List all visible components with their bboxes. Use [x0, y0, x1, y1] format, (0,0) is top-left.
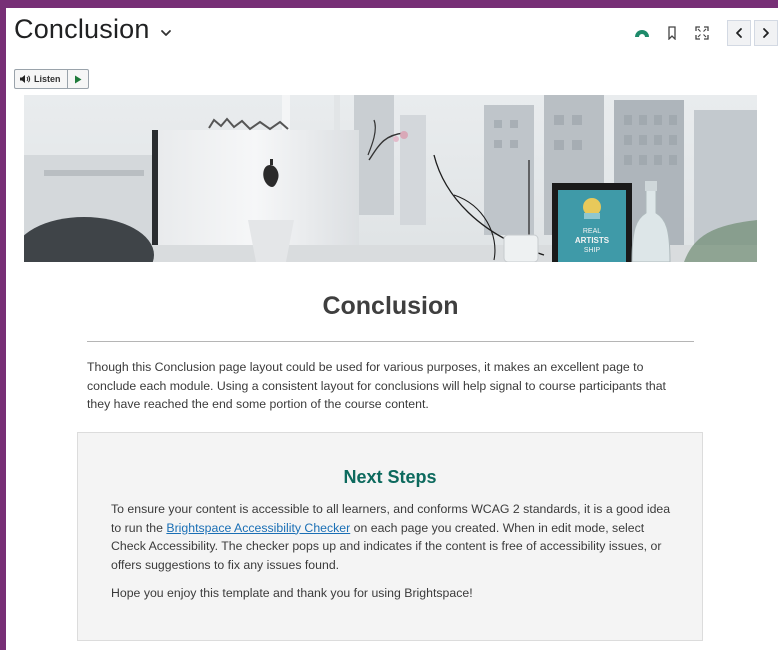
previous-icon — [736, 28, 742, 38]
bookmark-icon — [668, 26, 676, 40]
next-steps-callout: Next Steps To ensure your content is acc… — [77, 432, 703, 641]
play-button[interactable] — [66, 70, 88, 88]
frame-top-border — [0, 0, 778, 8]
hero-image: REAL ARTISTS SHIP — [24, 95, 757, 262]
poster-line-1: REAL — [583, 228, 601, 235]
poster-line-3: SHIP — [584, 247, 601, 254]
fullscreen-button[interactable] — [687, 21, 717, 45]
desk-photo: REAL ARTISTS SHIP — [24, 95, 757, 262]
next-steps-paragraph-2: Hope you enjoy this template and thank y… — [111, 586, 473, 600]
poster-line-2: ARTISTS — [575, 236, 610, 245]
readspeaker-bar: Listen — [14, 69, 89, 89]
topic-title: Conclusion — [14, 14, 150, 44]
completion-button[interactable] — [627, 21, 657, 45]
next-steps-body: To ensure your content is accessible to … — [111, 500, 671, 613]
speaker-icon — [20, 75, 31, 83]
listen-button[interactable]: Listen — [15, 70, 67, 88]
next-steps-paragraph-1: To ensure your content is accessible to … — [111, 500, 671, 574]
play-icon — [74, 75, 82, 83]
next-steps-heading: Next Steps — [343, 467, 437, 487]
topic-header: Conclusion — [14, 14, 778, 54]
topic-navigation — [727, 20, 778, 46]
chevron-down-icon[interactable] — [159, 26, 173, 40]
progress-icon — [635, 30, 649, 40]
next-topic-button[interactable] — [754, 20, 778, 46]
previous-topic-button[interactable] — [727, 20, 751, 46]
topic-title-dropdown[interactable]: Conclusion — [14, 14, 173, 45]
bookmark-button[interactable] — [657, 21, 687, 45]
topic-toolbar — [627, 20, 778, 46]
intro-paragraph: Though this Conclusion page layout could… — [87, 360, 666, 411]
heading-divider — [87, 341, 694, 342]
listen-label: Listen — [34, 74, 61, 84]
fullscreen-icon — [695, 26, 709, 40]
next-icon — [763, 28, 769, 38]
frame-left-border — [0, 0, 6, 650]
content-heading: Conclusion — [322, 292, 459, 320]
accessibility-checker-link[interactable]: Brightspace Accessibility Checker — [166, 521, 350, 535]
